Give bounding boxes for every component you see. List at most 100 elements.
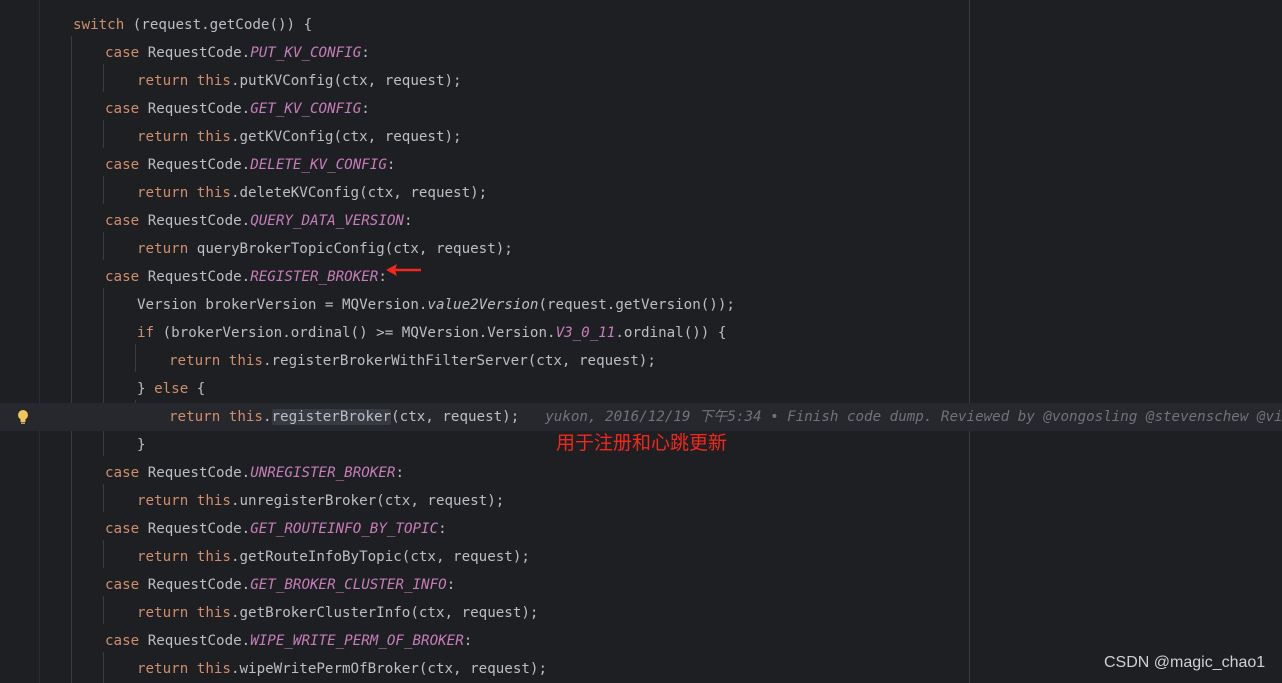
code-line[interactable]: return this.registerBroker(ctx, request)… [0, 403, 1282, 431]
code-token: return [169, 353, 221, 369]
code-line[interactable]: return this.putKVConfig(ctx, request); [0, 67, 1282, 95]
code-line[interactable]: case RequestCode.GET_KV_CONFIG: [0, 95, 1282, 123]
lightbulb-icon[interactable] [16, 409, 30, 425]
code-token: : [463, 633, 473, 649]
code-token: QUERY_DATA_VERSION [250, 213, 404, 229]
code-token: .unregisterBroker(ctx, request); [230, 493, 505, 509]
code-token: case [105, 521, 140, 537]
code-line[interactable]: } else { [0, 375, 1282, 403]
code-token: : [386, 157, 396, 173]
code-text: return this.wipeWritePermOfBroker(ctx, r… [137, 655, 547, 683]
code-token: case [105, 465, 140, 481]
code-text: case RequestCode.PUT_KV_CONFIG: [105, 39, 370, 67]
code-token: this [196, 185, 231, 201]
code-line[interactable]: case RequestCode.UNREGISTER_BROKER: [0, 459, 1282, 487]
watermark: CSDN @magic_chao1 [1104, 654, 1266, 671]
code-text: } else { [137, 375, 205, 403]
code-token: return [137, 241, 189, 257]
code-token: return [137, 549, 189, 565]
code-line[interactable]: if (brokerVersion.ordinal() >= MQVersion… [0, 319, 1282, 347]
code-token: . [262, 409, 272, 425]
code-text: return this.registerBrokerWithFilterServ… [169, 347, 656, 375]
code-text: case RequestCode.WIPE_WRITE_PERM_OF_BROK… [105, 627, 472, 655]
code-token: case [105, 101, 140, 117]
code-token: if [137, 325, 155, 341]
code-token: : [446, 577, 456, 593]
code-line[interactable]: return this.deleteKVConfig(ctx, request)… [0, 179, 1282, 207]
code-token: case [105, 213, 140, 229]
code-token: case [105, 269, 140, 285]
code-token: RequestCode. [139, 465, 251, 481]
code-text: return this.getRouteInfoByTopic(ctx, req… [137, 543, 530, 571]
code-line[interactable]: return this.getKVConfig(ctx, request); [0, 123, 1282, 151]
code-token: .ordinal()) { [615, 325, 727, 341]
code-token: this [228, 409, 263, 425]
code-token: { [188, 381, 206, 397]
code-token: this [228, 353, 263, 369]
code-token: (request.getCode()) { [124, 17, 313, 33]
code-token: return [137, 73, 189, 89]
code-token: GET_BROKER_CLUSTER_INFO [250, 577, 447, 593]
code-line[interactable]: case RequestCode.QUERY_DATA_VERSION: [0, 207, 1282, 235]
code-text: Version brokerVersion = MQVersion.value2… [137, 291, 735, 319]
code-token: this [196, 605, 231, 621]
code-token: value2Version [427, 297, 539, 313]
code-line[interactable]: return this.unregisterBroker(ctx, reques… [0, 487, 1282, 515]
code-text: if (brokerVersion.ordinal() >= MQVersion… [137, 319, 726, 347]
code-token: return [169, 409, 221, 425]
code-token: RequestCode. [139, 269, 251, 285]
code-token: RequestCode. [139, 45, 251, 61]
code-token: } [137, 381, 155, 397]
code-line[interactable]: Version brokerVersion = MQVersion.value2… [0, 291, 1282, 319]
code-line[interactable]: return queryBrokerTopicConfig(ctx, reque… [0, 235, 1282, 263]
code-text: return this.getBrokerClusterInfo(ctx, re… [137, 599, 538, 627]
code-token: return [137, 605, 189, 621]
code-line[interactable]: case RequestCode.REGISTER_BROKER: [0, 263, 1282, 291]
code-token: .getRouteInfoByTopic(ctx, request); [230, 549, 530, 565]
code-token: case [105, 633, 140, 649]
code-token: PUT_KV_CONFIG [250, 45, 362, 61]
code-token: case [105, 45, 140, 61]
code-text: return this.unregisterBroker(ctx, reques… [137, 487, 504, 515]
code-token: RequestCode. [139, 157, 251, 173]
code-token: RequestCode. [139, 521, 251, 537]
code-token: .getBrokerClusterInfo(ctx, request); [230, 605, 539, 621]
code-line[interactable]: switch (request.getCode()) { [0, 11, 1282, 39]
code-editor[interactable]: switch (request.getCode()) {case Request… [0, 0, 1282, 683]
code-line[interactable]: return this.wipeWritePermOfBroker(ctx, r… [0, 655, 1282, 683]
code-token: DELETE_KV_CONFIG [250, 157, 387, 173]
code-line[interactable]: case RequestCode.GET_ROUTEINFO_BY_TOPIC: [0, 515, 1282, 543]
code-line[interactable]: return this.registerBrokerWithFilterServ… [0, 347, 1282, 375]
code-token: this [196, 661, 231, 677]
code-line[interactable]: return this.getRouteInfoByTopic(ctx, req… [0, 543, 1282, 571]
code-token: registerBroker [271, 409, 392, 425]
code-token: return [137, 493, 189, 509]
code-token: this [196, 493, 231, 509]
code-token: this [196, 549, 231, 565]
code-token: RequestCode. [139, 213, 251, 229]
code-line[interactable]: case RequestCode.PUT_KV_CONFIG: [0, 39, 1282, 67]
code-line[interactable]: case RequestCode.DELETE_KV_CONFIG: [0, 151, 1282, 179]
code-token: .registerBrokerWithFilterServer(ctx, req… [262, 353, 656, 369]
code-text: return queryBrokerTopicConfig(ctx, reque… [137, 235, 513, 263]
code-token: : [438, 521, 447, 537]
code-text: case RequestCode.REGISTER_BROKER: [105, 263, 387, 291]
code-text: case RequestCode.DELETE_KV_CONFIG: [105, 151, 395, 179]
code-token: RequestCode. [139, 633, 251, 649]
code-text: return this.getKVConfig(ctx, request); [137, 123, 462, 151]
code-text: case RequestCode.GET_ROUTEINFO_BY_TOPIC: [105, 515, 447, 543]
code-token: UNREGISTER_BROKER [250, 465, 396, 481]
code-line[interactable]: case RequestCode.GET_BROKER_CLUSTER_INFO… [0, 571, 1282, 599]
code-text: case RequestCode.UNREGISTER_BROKER: [105, 459, 404, 487]
code-token: .deleteKVConfig(ctx, request); [230, 185, 488, 201]
code-line[interactable]: return this.getBrokerClusterInfo(ctx, re… [0, 599, 1282, 627]
code-line[interactable]: case RequestCode.WIPE_WRITE_PERM_OF_BROK… [0, 627, 1282, 655]
code-token: : [361, 101, 370, 117]
code-token: RequestCode. [139, 101, 251, 117]
